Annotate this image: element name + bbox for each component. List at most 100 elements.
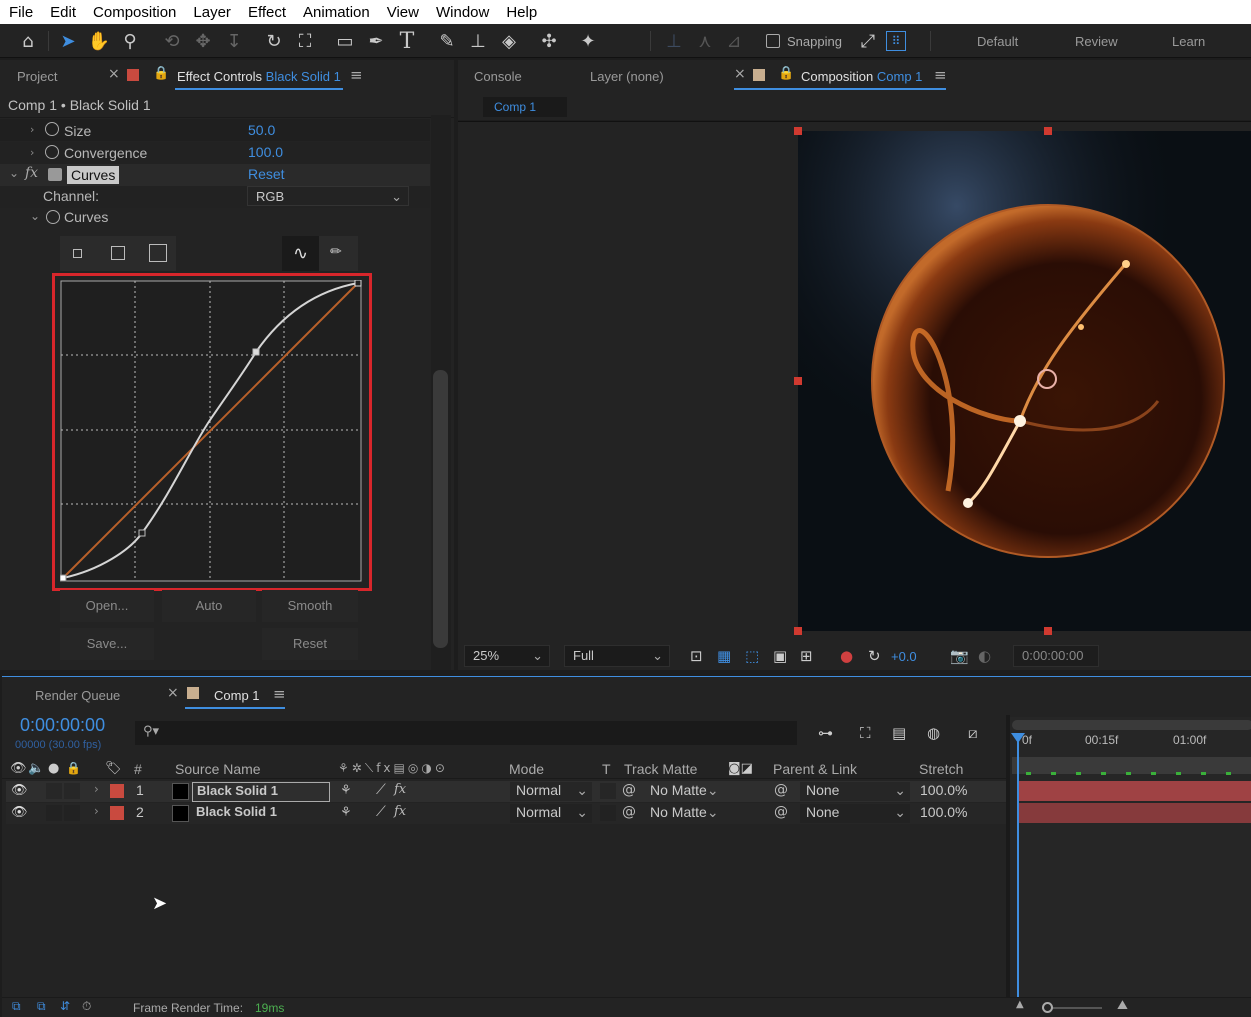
zoom-in-icon[interactable]: ⛰: [1117, 998, 1128, 1013]
bezier-curve-icon[interactable]: ∿: [282, 236, 319, 271]
viewer-timecode[interactable]: 0:00:00:00: [1013, 645, 1099, 667]
label-color-swatch[interactable]: [110, 784, 124, 798]
eraser-tool-icon[interactable]: ◈: [497, 29, 521, 53]
snapshot-icon[interactable]: 📷: [950, 647, 969, 665]
parent-select[interactable]: None ⌄: [800, 804, 910, 823]
parent-pickwhip-icon[interactable]: @: [774, 804, 788, 820]
current-time[interactable]: 0:00:00:00: [20, 715, 105, 736]
rectangle-tool-icon[interactable]: ▭: [333, 29, 357, 53]
reset-exposure-icon[interactable]: ↻: [868, 647, 881, 665]
close-icon[interactable]: ×: [108, 66, 120, 82]
chevron-right-icon[interactable]: ›: [30, 123, 34, 136]
menu-effect[interactable]: Effect: [239, 4, 294, 21]
graph-editor-icon[interactable]: ⧄: [968, 724, 978, 742]
frame-blending-icon[interactable]: ▤: [892, 724, 906, 742]
menu-file[interactable]: File: [0, 4, 41, 21]
tab-effect-controls[interactable]: Effect Controls Black Solid 1: [177, 69, 341, 84]
workspace-learn[interactable]: Learn: [1172, 34, 1205, 49]
panel-menu-icon[interactable]: ≡: [273, 685, 286, 703]
panel-menu-icon[interactable]: ≡: [934, 66, 947, 84]
channel-icon[interactable]: ●: [840, 647, 853, 665]
small-graph-icon[interactable]: [73, 249, 82, 258]
comp-subtab[interactable]: Comp 1: [483, 97, 567, 117]
menu-help[interactable]: Help: [497, 4, 545, 21]
resolution-select[interactable]: Full ⌄: [564, 645, 670, 667]
layer-handle[interactable]: [794, 127, 802, 135]
draft-3d-icon[interactable]: ⛶: [860, 724, 871, 742]
composition-flowchart-icon[interactable]: ⊶: [818, 724, 833, 742]
brush-tool-icon[interactable]: ✎: [435, 29, 459, 53]
curves-graph[interactable]: [60, 280, 362, 582]
chevron-right-icon[interactable]: ›: [94, 804, 99, 818]
chevron-right-icon[interactable]: ›: [94, 782, 99, 796]
smooth-button[interactable]: Smooth: [262, 590, 358, 622]
layer-search-input[interactable]: [135, 721, 797, 745]
workspace-default[interactable]: Default: [977, 34, 1018, 49]
menu-animation[interactable]: Animation: [294, 4, 378, 21]
chevron-down-icon[interactable]: ⌄: [30, 209, 40, 223]
auto-button[interactable]: Auto: [162, 590, 256, 622]
pencil-icon[interactable]: ✏: [330, 244, 342, 260]
close-icon[interactable]: ×: [167, 685, 179, 701]
local-axis-icon[interactable]: ⊥: [662, 29, 686, 53]
workspace-review[interactable]: Review: [1075, 34, 1118, 49]
curves-reset-link[interactable]: Reset: [248, 166, 285, 182]
render-time-icon[interactable]: ⏱: [82, 999, 91, 1014]
zoom-select[interactable]: 25% ⌄: [464, 645, 550, 667]
large-graph-icon[interactable]: [149, 244, 167, 262]
layer-handle[interactable]: [1044, 127, 1052, 135]
zoom-slider-thumb[interactable]: [1042, 1002, 1053, 1013]
playhead[interactable]: [1017, 733, 1019, 997]
tab-composition[interactable]: Composition Comp 1: [801, 69, 922, 84]
fast-preview-icon[interactable]: ⊡: [690, 647, 703, 665]
tab-render-queue[interactable]: Render Queue: [35, 688, 120, 703]
chevron-down-icon[interactable]: ⌄: [9, 166, 19, 180]
home-icon[interactable]: ⌂: [16, 29, 40, 53]
layer-bar[interactable]: [1018, 781, 1251, 801]
menu-layer[interactable]: Layer: [184, 4, 239, 21]
table-row[interactable]: 👁 › 1 Black Solid 1 ⚘ ⟋ fx Normal ⌄ @ No …: [6, 781, 1010, 802]
solo-toggle[interactable]: [46, 783, 62, 799]
tab-console[interactable]: Console: [474, 69, 522, 84]
menu-edit[interactable]: Edit: [41, 4, 84, 21]
comp-canvas[interactable]: [798, 131, 1251, 631]
lock-toggle[interactable]: [64, 783, 80, 799]
pickwhip-icon[interactable]: @: [622, 782, 636, 798]
stopwatch-icon[interactable]: [46, 210, 60, 224]
rotation-tool-icon[interactable]: ↻: [262, 29, 286, 53]
scrollbar-thumb[interactable]: [433, 370, 448, 648]
tab-project[interactable]: Project: [17, 69, 57, 84]
mask-path-icon[interactable]: ⬚: [745, 647, 759, 665]
dolly-camera-icon[interactable]: ↧: [222, 29, 246, 53]
zoom-tool-icon[interactable]: ⚲: [118, 29, 142, 53]
table-row[interactable]: 👁 › 2 Black Solid 1 ⚘ ⟋ fx Normal ⌄ @ No …: [6, 803, 1010, 824]
layer-name[interactable]: Black Solid 1: [196, 804, 277, 819]
stretch-value[interactable]: 100.0%: [920, 804, 967, 820]
pan-camera-icon[interactable]: ✥: [191, 29, 215, 53]
close-icon[interactable]: ×: [734, 66, 746, 82]
motion-grid-icon[interactable]: ⠿: [886, 31, 906, 51]
motion-blur-icon[interactable]: ◍: [927, 724, 940, 742]
transfer-controls-icon[interactable]: ⧉: [37, 999, 46, 1014]
work-area-bar[interactable]: [1012, 720, 1251, 730]
snap-options-icon[interactable]: ⤢: [856, 29, 880, 53]
tab-layer[interactable]: Layer (none): [590, 69, 664, 84]
parent-pickwhip-icon[interactable]: @: [774, 782, 788, 798]
layer-switches-icon[interactable]: ⧉: [12, 999, 21, 1014]
label-color-swatch[interactable]: [110, 806, 124, 820]
track-matte-select[interactable]: No Matte⌄: [650, 782, 719, 799]
solo-toggle[interactable]: [46, 805, 62, 821]
fx-icon[interactable]: fx: [25, 165, 38, 181]
layer-handle[interactable]: [794, 377, 802, 385]
stopwatch-icon[interactable]: [45, 122, 59, 136]
pen-tool-icon[interactable]: ✒: [364, 29, 388, 53]
orbit-camera-icon[interactable]: ⟲: [160, 29, 184, 53]
reset-button[interactable]: Reset: [262, 628, 358, 660]
in-out-icon[interactable]: ⇵: [60, 999, 70, 1013]
menu-composition[interactable]: Composition: [84, 4, 184, 21]
eye-icon[interactable]: 👁: [11, 805, 28, 820]
exposure-value[interactable]: +0.0: [891, 649, 917, 664]
roto-brush-icon[interactable]: ✣: [537, 29, 561, 53]
stretch-value[interactable]: 100.0%: [920, 782, 967, 798]
grid-guides-icon[interactable]: ⊞: [800, 647, 813, 665]
